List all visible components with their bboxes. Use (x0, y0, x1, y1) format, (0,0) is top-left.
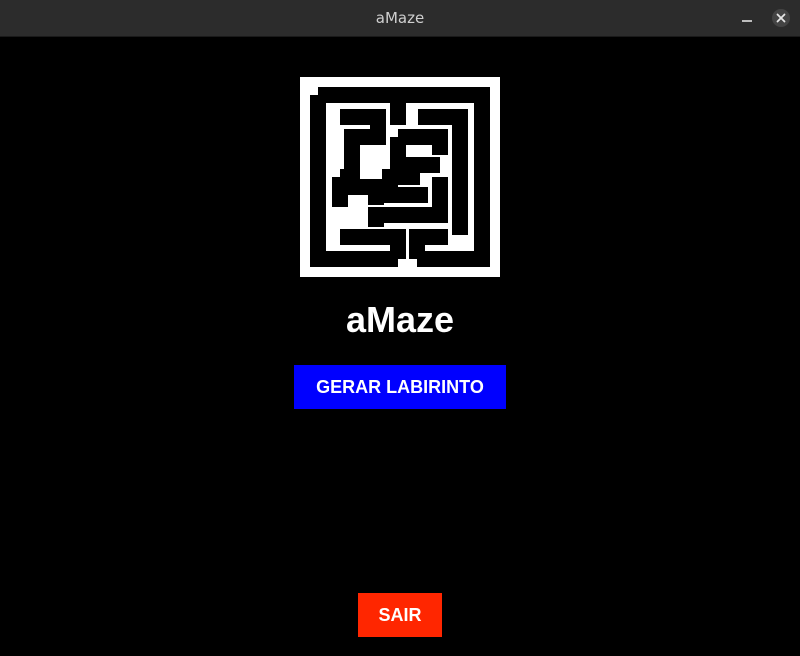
title-bar[interactable]: aMaze (0, 0, 800, 37)
minimize-button[interactable] (740, 11, 754, 25)
close-icon (776, 13, 786, 23)
window-title: aMaze (375, 9, 425, 27)
maze-logo-icon (300, 77, 500, 277)
minimize-icon (742, 20, 752, 22)
app-window: aMaze aMaze GERAR LABIRINTO SAIR (0, 0, 800, 656)
app-title: aMaze (345, 299, 455, 340)
exit-button[interactable]: SAIR (358, 593, 442, 637)
close-button[interactable] (772, 9, 790, 27)
generate-maze-button[interactable]: GERAR LABIRINTO (294, 365, 506, 409)
main-content: aMaze GERAR LABIRINTO SAIR (0, 37, 800, 656)
